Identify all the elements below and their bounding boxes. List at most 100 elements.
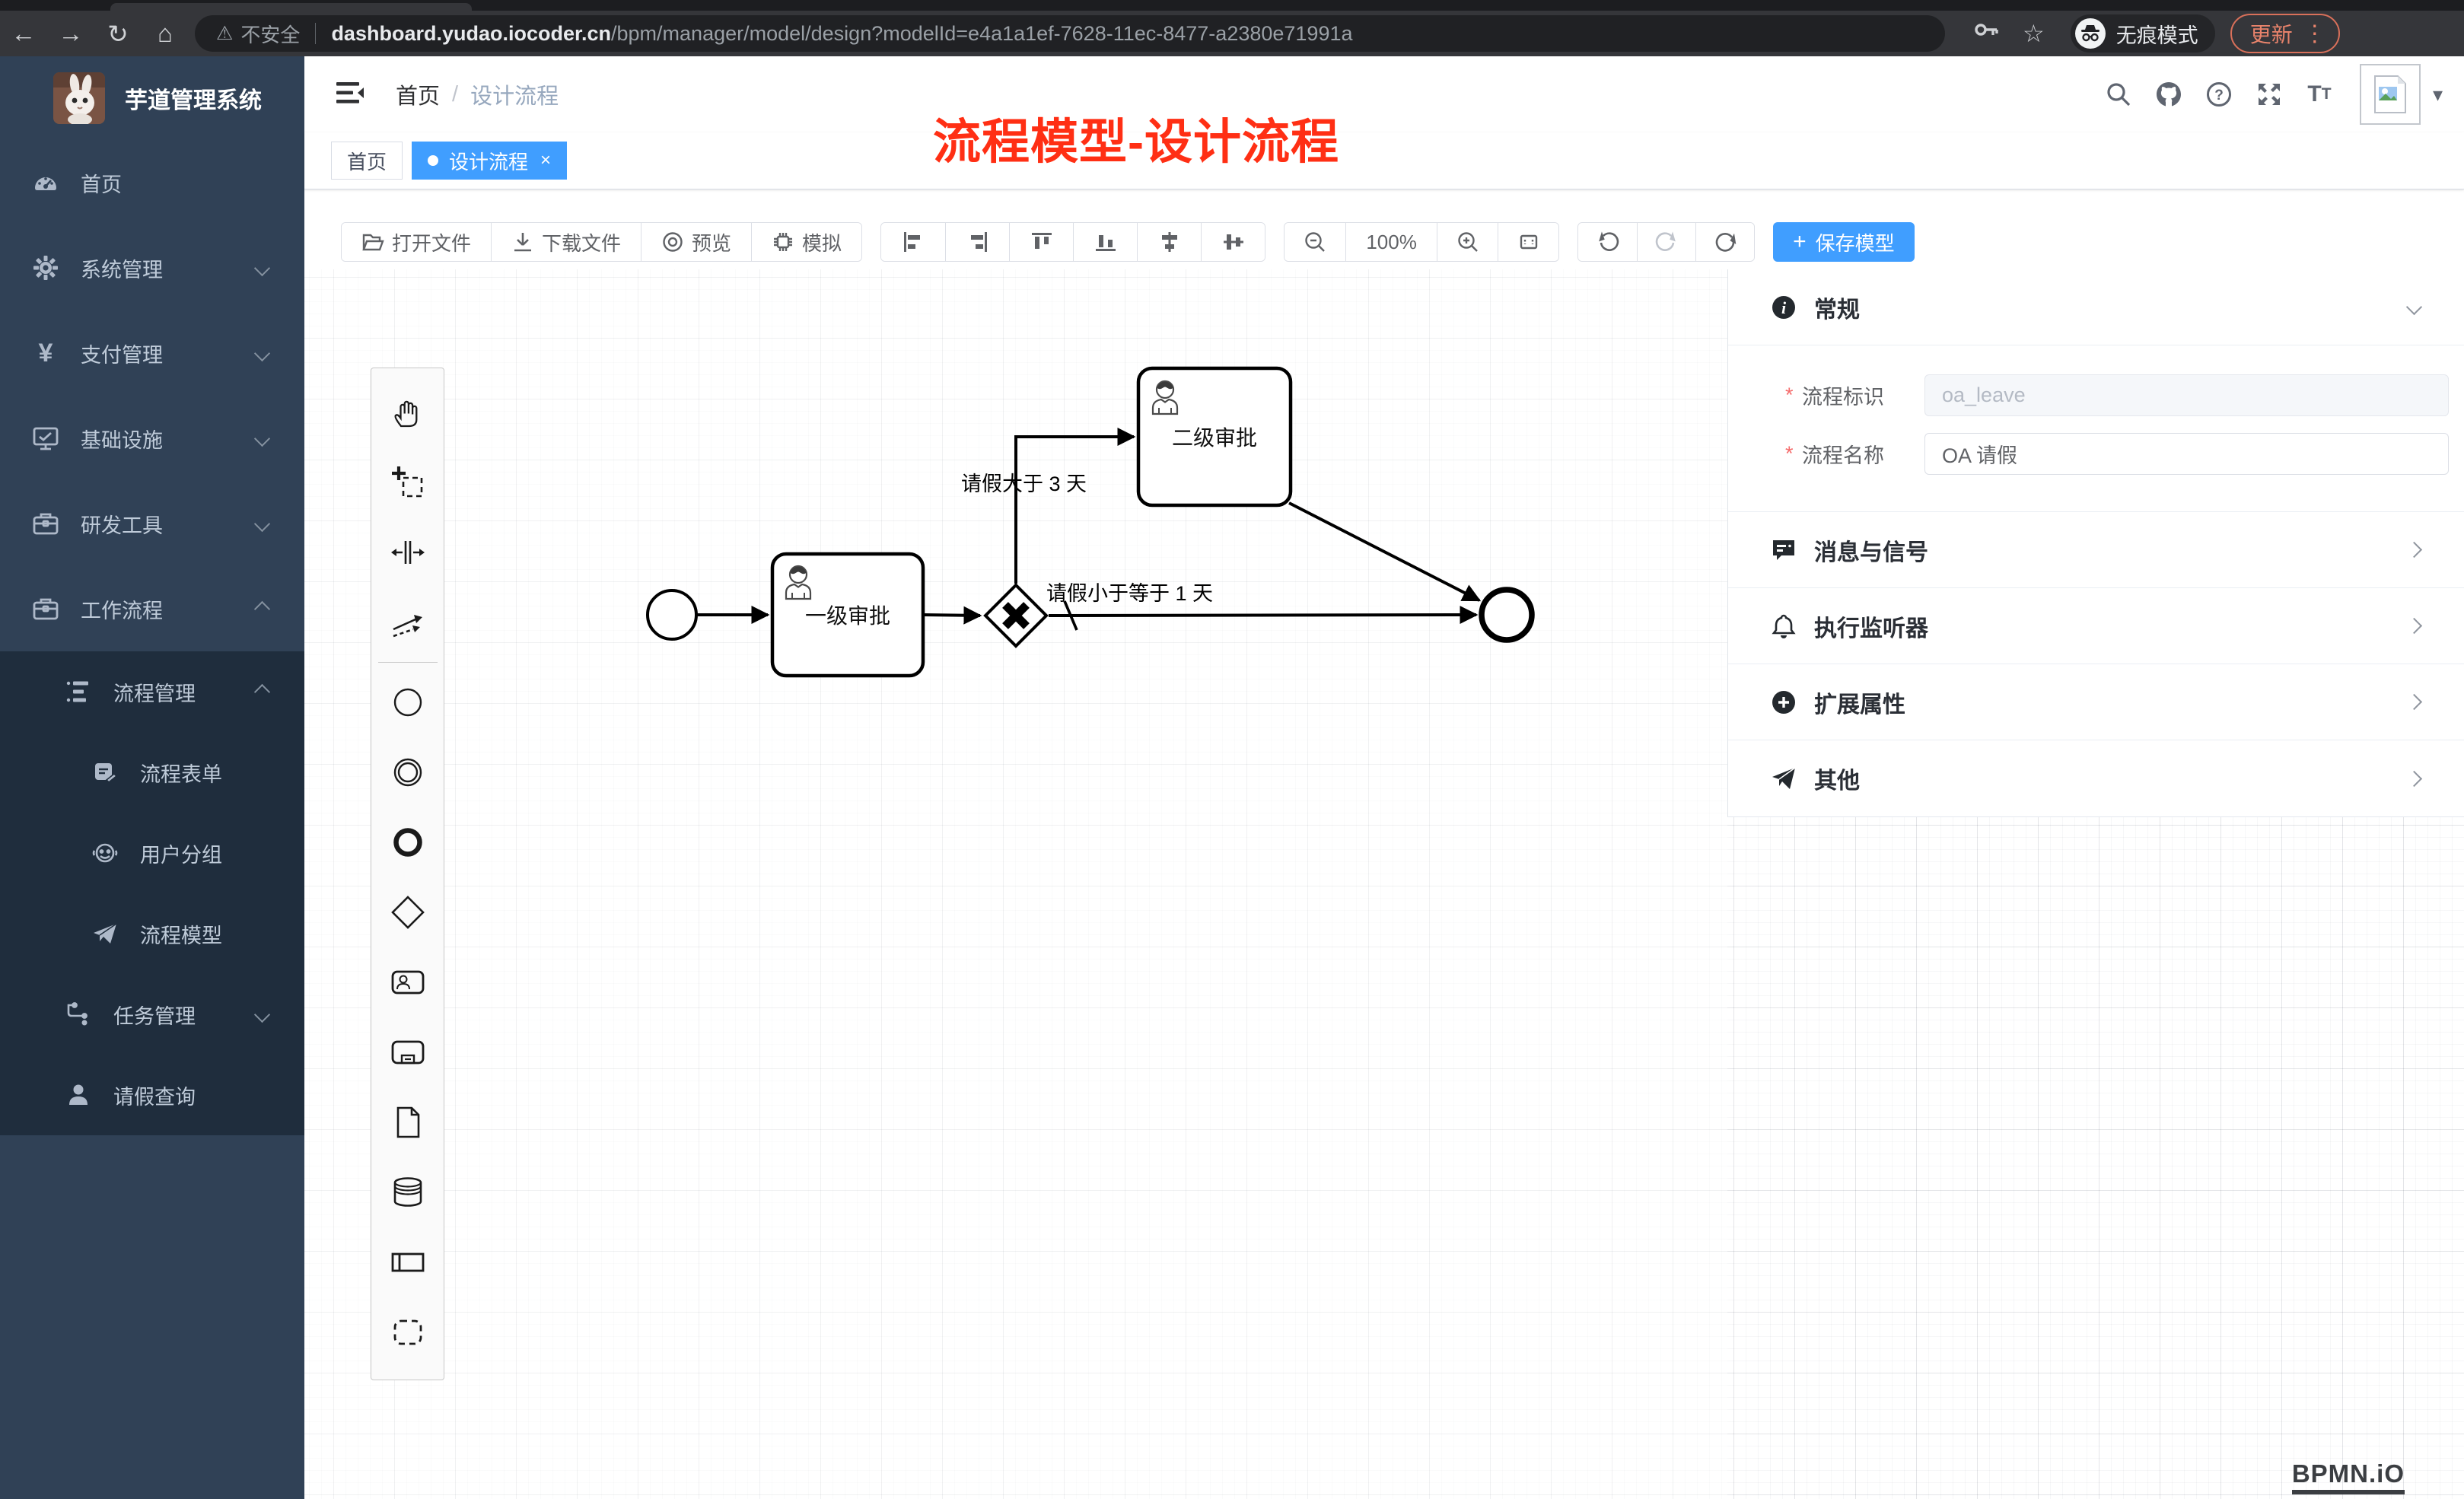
reload-icon[interactable]: ↻ (94, 19, 142, 49)
create-start-event[interactable] (373, 667, 443, 737)
fit-viewport-button[interactable] (1498, 223, 1558, 261)
sidebar-item-payment[interactable]: ¥ 支付管理 (0, 310, 304, 396)
branch-icon (65, 1001, 92, 1028)
sidebar-item-label: 流程表单 (140, 758, 222, 788)
security-label[interactable]: 不安全 (240, 20, 300, 48)
simulate-button[interactable]: 模拟 (751, 223, 861, 261)
align-right-icon[interactable] (945, 223, 1009, 261)
sidebar-item-label: 基础设施 (81, 424, 163, 454)
sidebar-item-process-model[interactable]: 流程模型 (0, 893, 304, 974)
forward-icon[interactable]: → (47, 19, 94, 48)
zoom-out-button[interactable] (1285, 223, 1345, 261)
sidebar-item-user-group[interactable]: 用户分组 (0, 813, 304, 893)
zoom-in-button[interactable] (1437, 223, 1498, 261)
properties-panel: i 常规 * 流程标识 * 流程名称 (1727, 269, 2464, 817)
home-icon[interactable]: ⌂ (142, 19, 189, 48)
create-participant[interactable] (373, 1227, 443, 1297)
avatar[interactable] (2360, 64, 2421, 125)
app-logo[interactable]: 芋道管理系统 (0, 56, 304, 140)
password-key-icon[interactable] (1972, 18, 2000, 49)
breadcrumb: 首页 / 设计流程 (396, 78, 559, 110)
github-icon[interactable] (2144, 80, 2194, 109)
section-extended-attrs[interactable]: 扩展属性 (1728, 664, 2464, 740)
sidebar-item-system[interactable]: 系统管理 (0, 225, 304, 310)
section-other[interactable]: 其他 (1728, 740, 2464, 816)
browser-menu-icon[interactable]: ⋮ (2303, 21, 2326, 47)
font-size-icon[interactable]: TT (2294, 81, 2345, 107)
create-data-object[interactable] (373, 1087, 443, 1157)
align-center-v-icon[interactable] (1201, 223, 1265, 261)
required-marker: * (1785, 442, 1802, 466)
download-file-button[interactable]: 下载文件 (491, 223, 641, 261)
update-button[interactable]: 更新 ⋮ (2230, 14, 2340, 53)
sidebar-item-label: 流程模型 (140, 919, 222, 949)
align-bottom-icon[interactable] (1073, 223, 1137, 261)
create-call-activity[interactable] (373, 1017, 443, 1087)
breadcrumb-current: 设计流程 (470, 78, 559, 110)
process-name-input[interactable] (1924, 433, 2449, 475)
create-user-task[interactable] (373, 947, 443, 1017)
section-message-signal[interactable]: 消息与信号 (1728, 512, 2464, 588)
create-data-store[interactable] (373, 1157, 443, 1227)
tab-home[interactable]: 首页 (331, 142, 403, 180)
process-key-input[interactable] (1924, 374, 2449, 416)
lasso-tool[interactable] (373, 447, 443, 517)
sidebar-item-task-mgmt[interactable]: 任务管理 (0, 974, 304, 1055)
sidebar-item-home[interactable]: 首页 (0, 140, 304, 225)
create-group[interactable] (373, 1297, 443, 1367)
redo-icon[interactable] (1637, 223, 1695, 261)
space-tool[interactable] (373, 517, 443, 587)
sidebar-item-process-mgmt[interactable]: 流程管理 (0, 651, 304, 732)
align-top-icon[interactable] (1009, 223, 1073, 261)
sidebar-item-label: 系统管理 (81, 253, 163, 283)
undo-icon[interactable] (1578, 223, 1637, 261)
chevron-down-icon (254, 430, 270, 446)
save-model-button[interactable]: + 保存模型 (1773, 222, 1915, 262)
bookmark-star-icon[interactable]: ☆ (2023, 19, 2045, 48)
sidebar-item-label: 首页 (81, 168, 122, 198)
section-execution-listener[interactable]: 执行监听器 (1728, 588, 2464, 664)
search-icon[interactable] (2093, 81, 2144, 108)
sidebar-item-infra[interactable]: 基础设施 (0, 396, 304, 481)
address-bar[interactable]: ⚠ 不安全 dashboard.yudao.iocoder.cn /bpm/ma… (195, 15, 1945, 52)
back-icon[interactable]: ← (0, 19, 47, 48)
required-marker: * (1785, 384, 1802, 407)
close-icon[interactable]: × (540, 150, 551, 171)
sidebar-item-label: 用户分组 (140, 839, 222, 868)
sidebar-item-devtools[interactable]: 研发工具 (0, 481, 304, 566)
align-center-h-icon[interactable] (1137, 223, 1201, 261)
caret-down-icon[interactable]: ▾ (2433, 83, 2443, 107)
gear-icon (32, 254, 59, 282)
designer-toolbar: 打开文件 下载文件 预览 模拟 (341, 222, 1915, 262)
sidebar-item-leave-query[interactable]: 请假查询 (0, 1055, 304, 1135)
global-connect-tool[interactable] (373, 587, 443, 657)
section-general[interactable]: i 常规 (1728, 269, 2464, 345)
bell-icon (1770, 613, 1797, 639)
sidebar-item-process-form[interactable]: 流程表单 (0, 732, 304, 813)
browser-active-tab[interactable] (110, 3, 472, 11)
create-intermediate-event[interactable] (373, 737, 443, 807)
svg-text:?: ? (2214, 88, 2224, 103)
tab-design-process[interactable]: 设计流程 × (412, 142, 567, 180)
sidebar-item-workflow[interactable]: 工作流程 (0, 566, 304, 651)
briefcase-icon (32, 510, 59, 537)
bpmn-io-watermark[interactable]: BPMN.iO (2292, 1459, 2405, 1494)
preview-button[interactable]: 预览 (641, 223, 751, 261)
fullscreen-icon[interactable] (2244, 81, 2294, 108)
field-process-name: * 流程名称 (1728, 433, 2464, 475)
create-end-event[interactable] (373, 807, 443, 877)
yen-icon: ¥ (32, 339, 59, 367)
canvas-fade (304, 269, 1727, 1499)
help-icon[interactable]: ? (2194, 81, 2244, 108)
align-left-icon[interactable] (881, 223, 945, 261)
info-icon: i (1770, 294, 1797, 320)
hand-tool[interactable] (373, 377, 443, 447)
restart-icon[interactable] (1695, 223, 1754, 261)
hamburger-icon[interactable] (336, 81, 364, 109)
palette-separator (378, 662, 438, 663)
open-file-button[interactable]: 打开文件 (342, 223, 491, 261)
create-gateway[interactable] (373, 877, 443, 947)
breadcrumb-home[interactable]: 首页 (396, 78, 440, 110)
form-icon (91, 759, 119, 786)
incognito-icon (2075, 18, 2106, 49)
